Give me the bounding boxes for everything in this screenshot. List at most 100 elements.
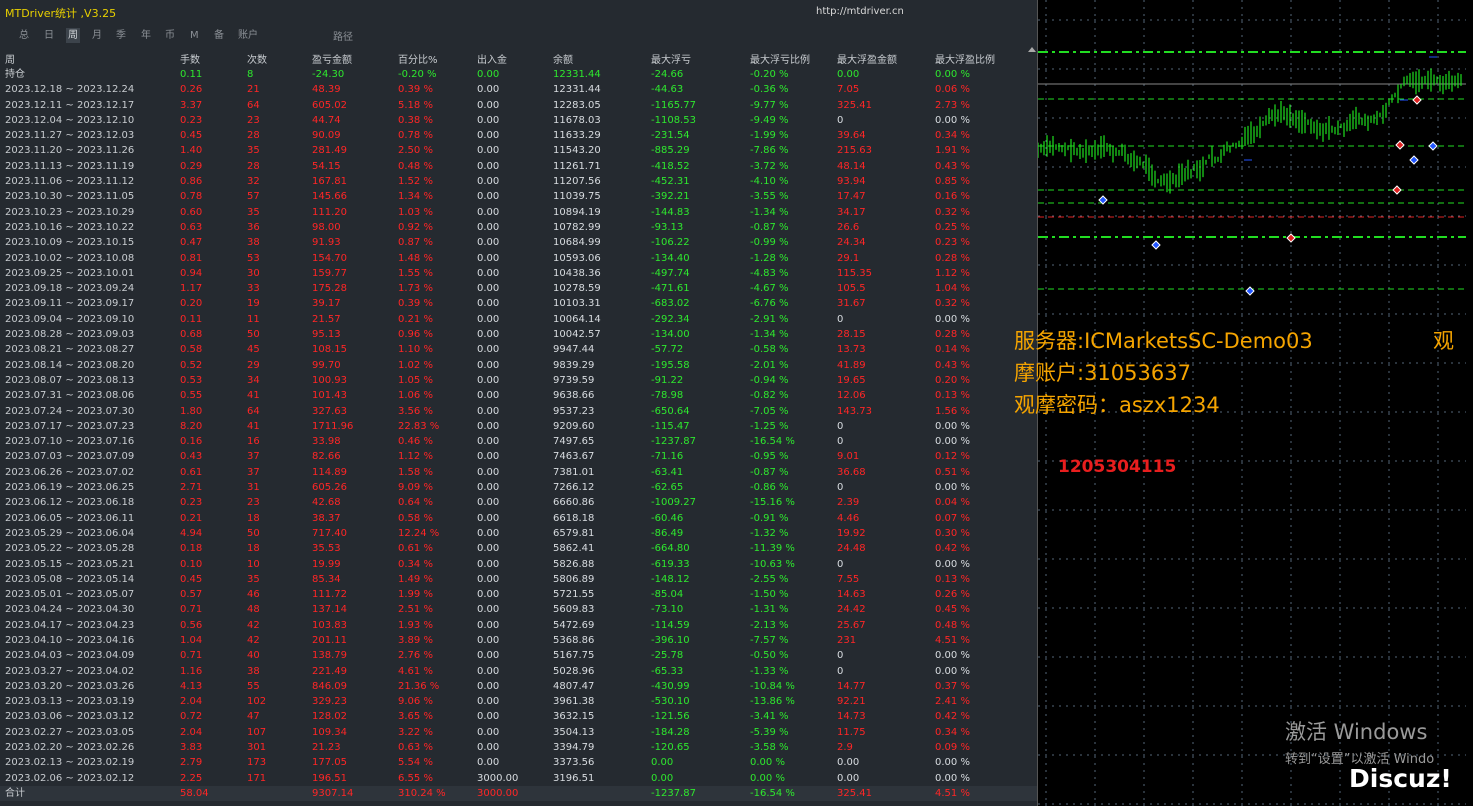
table-row[interactable]: 2023.08.21 ~ 2023.08.27 0.58 45 108.15 1.10 … bbox=[0, 342, 1037, 357]
table-row[interactable]: 2023.06.05 ~ 2023.06.11 0.21 18 38.37 0.58 %… bbox=[0, 511, 1037, 526]
tab-6[interactable]: 币 bbox=[163, 28, 177, 43]
table-row[interactable]: 2023.11.06 ~ 2023.11.12 0.86 32 167.81 1.52 … bbox=[0, 174, 1037, 189]
table-cell: -93.13 bbox=[651, 221, 684, 233]
tab-1[interactable]: 日 bbox=[42, 28, 56, 43]
table-cell: 23 bbox=[247, 114, 260, 126]
tab-2[interactable]: 周 bbox=[66, 28, 80, 43]
table-cell: 5.54 % bbox=[398, 757, 433, 769]
table-row[interactable]: 2023.04.03 ~ 2023.04.09 0.71 40 138.79 2.76 … bbox=[0, 648, 1037, 663]
table-cell: 0.00 bbox=[477, 436, 500, 448]
table-cell: 114.89 bbox=[312, 466, 347, 478]
table-row[interactable]: 2023.03.06 ~ 2023.03.12 0.72 47 128.02 3.65 … bbox=[0, 709, 1037, 724]
table-row[interactable]: 2023.05.08 ~ 2023.05.14 0.45 35 85.34 1.49 %… bbox=[0, 572, 1037, 587]
column-header[interactable]: 最大浮亏 bbox=[651, 51, 691, 66]
table-row[interactable]: 2023.09.18 ~ 2023.09.24 1.17 33 175.28 1.73 … bbox=[0, 281, 1037, 296]
table-row[interactable]: 2023.07.24 ~ 2023.07.30 1.80 64 327.63 3.56 … bbox=[0, 404, 1037, 419]
tab-3[interactable]: 月 bbox=[90, 28, 104, 43]
table-row[interactable]: 2023.07.10 ~ 2023.07.16 0.16 16 33.98 0.46 %… bbox=[0, 434, 1037, 449]
table-row[interactable]: 2023.03.13 ~ 2023.03.19 2.04 102 329.23 9.06… bbox=[0, 694, 1037, 709]
table-cell: 0.29 bbox=[180, 160, 203, 172]
table-cell: 9739.59 bbox=[553, 374, 595, 386]
website-link[interactable]: http://mtdriver.cn bbox=[816, 6, 904, 17]
column-header[interactable]: 周 bbox=[5, 51, 15, 66]
table-row[interactable]: 2023.11.27 ~ 2023.12.03 0.45 28 90.09 0.78 %… bbox=[0, 128, 1037, 143]
column-header[interactable]: 余额 bbox=[553, 51, 573, 66]
table-row[interactable]: 2023.09.25 ~ 2023.10.01 0.94 30 159.77 1.55 … bbox=[0, 266, 1037, 281]
column-header[interactable]: 次数 bbox=[247, 51, 267, 66]
tab-8[interactable]: 备 bbox=[212, 28, 226, 43]
table-row[interactable]: 2023.02.20 ~ 2023.02.26 3.83 301 21.23 0.63 … bbox=[0, 740, 1037, 755]
table-row[interactable]: 2023.02.06 ~ 2023.02.12 2.25 171 196.51 6.55… bbox=[0, 771, 1037, 786]
table-row[interactable]: 2023.04.10 ~ 2023.04.16 1.04 42 201.11 3.89 … bbox=[0, 633, 1037, 648]
table-cell: 11.75 bbox=[837, 726, 866, 738]
column-header[interactable]: 盈亏金额 bbox=[312, 51, 352, 66]
table-cell: 21.57 bbox=[312, 313, 341, 325]
table-row[interactable]: 2023.09.04 ~ 2023.09.10 0.11 11 21.57 0.21 %… bbox=[0, 312, 1037, 327]
table-row[interactable]: 2023.05.01 ~ 2023.05.07 0.57 46 111.72 1.99 … bbox=[0, 587, 1037, 602]
table-cell: 5167.75 bbox=[553, 650, 595, 662]
table-row[interactable]: 2023.05.29 ~ 2023.06.04 4.94 50 717.40 12.24… bbox=[0, 526, 1037, 541]
tab-5[interactable]: 年 bbox=[139, 28, 153, 43]
table-row[interactable]: 2023.05.22 ~ 2023.05.28 0.18 18 35.53 0.61 %… bbox=[0, 541, 1037, 556]
table-row[interactable]: 2023.06.26 ~ 2023.07.02 0.61 37 114.89 1.58 … bbox=[0, 465, 1037, 480]
tab-9[interactable]: 账户 bbox=[236, 28, 260, 43]
tab-4[interactable]: 季 bbox=[114, 28, 128, 43]
table-row[interactable]: 2023.03.27 ~ 2023.04.02 1.16 38 221.49 4.61 … bbox=[0, 664, 1037, 679]
table-row[interactable]: 2023.10.02 ~ 2023.10.08 0.81 53 154.70 1.48 … bbox=[0, 251, 1037, 266]
table-row[interactable]: 2023.07.31 ~ 2023.08.06 0.55 41 101.43 1.06 … bbox=[0, 388, 1037, 403]
table-row[interactable]: 2023.07.17 ~ 2023.07.23 8.20 41 1711.96 22.8… bbox=[0, 419, 1037, 434]
table-row[interactable]: 2023.06.19 ~ 2023.06.25 2.71 31 605.26 9.09 … bbox=[0, 480, 1037, 495]
total-row[interactable]: 合计 58.04 9307.14 310.24 % 3000.00 -1237.87 -16… bbox=[0, 785, 1037, 802]
table-row[interactable]: 2023.07.03 ~ 2023.07.09 0.43 37 82.66 1.12 %… bbox=[0, 449, 1037, 464]
table-cell: 0.00 bbox=[477, 390, 500, 402]
table-row[interactable]: 2023.06.12 ~ 2023.06.18 0.23 23 42.68 0.64 %… bbox=[0, 495, 1037, 510]
table-cell: 99.70 bbox=[312, 359, 341, 371]
column-header[interactable]: 最大浮盈金额 bbox=[837, 51, 897, 66]
table-cell: 2023.07.17 ~ 2023.07.23 bbox=[5, 420, 135, 432]
table-row[interactable]: 2023.11.13 ~ 2023.11.19 0.29 28 54.15 0.48 %… bbox=[0, 159, 1037, 174]
table-row[interactable]: 2023.04.24 ~ 2023.04.30 0.71 48 137.14 2.51 … bbox=[0, 602, 1037, 617]
column-header[interactable]: 百分比% bbox=[398, 51, 438, 66]
table-cell: -6.76 % bbox=[750, 298, 789, 310]
table-cell: 0.14 % bbox=[935, 344, 970, 356]
table-cell: -7.57 % bbox=[750, 634, 789, 646]
table-row[interactable]: 2023.08.07 ~ 2023.08.13 0.53 34 100.93 1.05 … bbox=[0, 373, 1037, 388]
table-row[interactable]: 2023.10.16 ~ 2023.10.22 0.63 36 98.00 0.92 %… bbox=[0, 220, 1037, 235]
table-row[interactable]: 2023.02.13 ~ 2023.02.19 2.79 173 177.05 5.54… bbox=[0, 755, 1037, 770]
table-cell: 10064.14 bbox=[553, 313, 601, 325]
table-row[interactable]: 2023.03.20 ~ 2023.03.26 4.13 55 846.09 21.36… bbox=[0, 679, 1037, 694]
table-cell: 1.12 % bbox=[935, 267, 970, 279]
table-row[interactable]: 2023.10.23 ~ 2023.10.29 0.60 35 111.20 1.03 … bbox=[0, 205, 1037, 220]
table-cell: 0.00 bbox=[477, 742, 500, 754]
table-row[interactable]: 2023.09.11 ~ 2023.09.17 0.20 19 39.17 0.39 %… bbox=[0, 296, 1037, 311]
table-cell: -3.55 % bbox=[750, 191, 789, 203]
table-cell: 2023.11.13 ~ 2023.11.19 bbox=[5, 160, 135, 172]
table-cell: -134.40 bbox=[651, 252, 690, 264]
column-header[interactable]: 手数 bbox=[180, 51, 200, 66]
table-cell: 2023.06.19 ~ 2023.06.25 bbox=[5, 482, 135, 494]
table-row[interactable]: 2023.04.17 ~ 2023.04.23 0.56 42 103.83 1.93 … bbox=[0, 618, 1037, 633]
table-cell: 329.23 bbox=[312, 696, 347, 708]
column-header[interactable]: 出入金 bbox=[477, 51, 507, 66]
table-row[interactable]: 2023.10.09 ~ 2023.10.15 0.47 38 91.93 0.87 %… bbox=[0, 235, 1037, 250]
table-row[interactable]: 2023.02.27 ~ 2023.03.05 2.04 107 109.34 3.22… bbox=[0, 725, 1037, 740]
table-cell: 0 bbox=[837, 436, 844, 448]
table-row[interactable]: 2023.12.11 ~ 2023.12.17 3.37 64 605.02 5.18 … bbox=[0, 98, 1037, 113]
tab-7[interactable]: M bbox=[188, 28, 201, 43]
table-row[interactable]: 2023.10.30 ~ 2023.11.05 0.78 57 145.66 1.34 … bbox=[0, 189, 1037, 204]
table-row[interactable]: 2023.08.14 ~ 2023.08.20 0.52 29 99.70 1.02 %… bbox=[0, 358, 1037, 373]
table-cell: 42 bbox=[247, 634, 260, 646]
table-cell: 2023.10.30 ~ 2023.11.05 bbox=[5, 191, 135, 203]
table-row[interactable]: 2023.11.20 ~ 2023.11.26 1.40 35 281.49 2.50 … bbox=[0, 143, 1037, 158]
column-header[interactable]: 最大浮亏比例 bbox=[750, 51, 810, 66]
table-row[interactable]: 2023.08.28 ~ 2023.09.03 0.68 50 95.13 0.96 %… bbox=[0, 327, 1037, 342]
table-row[interactable]: 2023.12.18 ~ 2023.12.24 0.26 21 48.39 0.39 %… bbox=[0, 82, 1037, 97]
table-row[interactable]: 2023.05.15 ~ 2023.05.21 0.10 10 19.99 0.34 %… bbox=[0, 557, 1037, 572]
table-cell: -134.00 bbox=[651, 329, 690, 341]
column-header[interactable]: 最大浮盈比例 bbox=[935, 51, 995, 66]
tab-0[interactable]: 总 bbox=[17, 28, 31, 43]
table-row[interactable]: 2023.12.04 ~ 2023.12.10 0.23 23 44.74 0.38 %… bbox=[0, 113, 1037, 128]
position-row[interactable]: 持仓 0.11 8 -24.30 -0.20 % 0.00 12331.44 -24.66 -0… bbox=[0, 67, 1037, 82]
path-label[interactable]: 路径 bbox=[333, 28, 353, 43]
table-cell: 10782.99 bbox=[553, 221, 601, 233]
